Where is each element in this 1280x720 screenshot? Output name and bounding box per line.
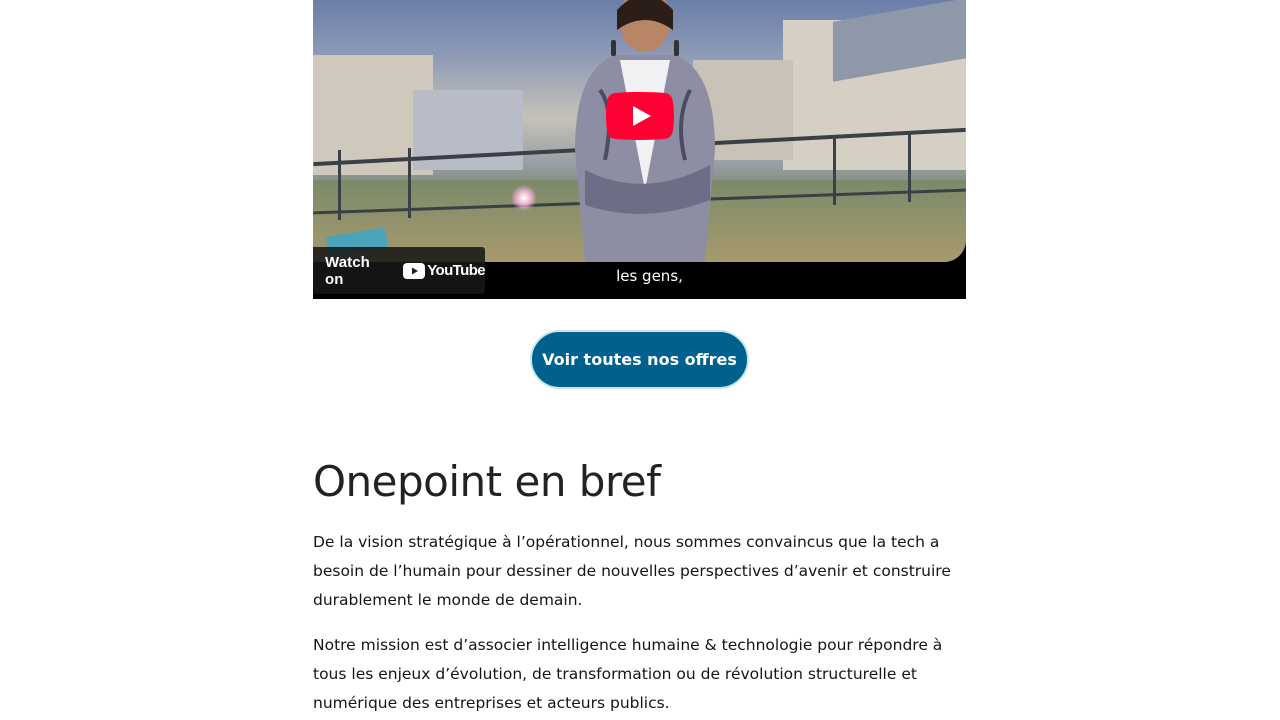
about-section: Onepoint en bref De la vision stratégiqu… (313, 0, 966, 720)
section-title: Onepoint en bref (313, 457, 661, 506)
mission-paragraph: Notre mission est d’associer intelligenc… (313, 636, 943, 712)
intro-paragraph: De la vision stratégique à l’opérationne… (313, 533, 951, 609)
page: les gens, Watch on YouTube Voir toutes n… (0, 0, 1280, 720)
